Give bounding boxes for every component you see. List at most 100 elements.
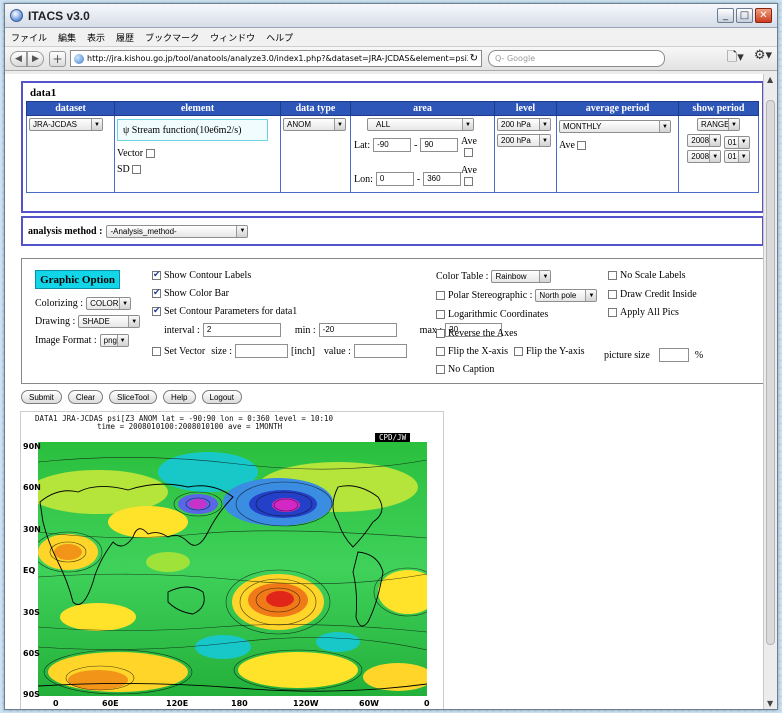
min-input[interactable]: -20 — [318, 323, 397, 337]
area-select[interactable]: ALL ▼ — [367, 118, 474, 131]
menu-file[interactable]: ファイル — [11, 31, 47, 44]
scroll-down-icon[interactable]: ▼ — [767, 699, 773, 708]
logout-button[interactable]: Logout — [201, 390, 242, 404]
average-ave-checkbox[interactable] — [577, 141, 587, 151]
vector-size-input[interactable] — [235, 344, 289, 358]
drawing-select[interactable]: SHADE ▼ — [78, 315, 141, 328]
flip-x-label: Flip the X-axis — [448, 346, 508, 357]
show-period-select[interactable]: RANGE ▼ — [697, 118, 740, 131]
forward-button[interactable]: ▶ — [27, 50, 44, 67]
min-label: min : — [294, 324, 316, 336]
slicetool-button[interactable]: SliceTool — [109, 390, 158, 404]
gear-icon[interactable]: ⚙▾ — [754, 48, 772, 70]
vector-checkbox[interactable] — [145, 149, 155, 159]
lat-label-60s: 60S — [23, 649, 40, 658]
menu-view[interactable]: 表示 — [87, 31, 105, 44]
vector-label: Vector — [117, 148, 144, 159]
menu-bar: ファイル 編集 表示 履歴 ブックマーク ウィンドウ ヘルプ — [5, 28, 777, 47]
show-color-bar-label: Show Color Bar — [164, 288, 229, 299]
show-color-bar-checkbox[interactable] — [152, 287, 161, 298]
lon-from-input[interactable]: 0 — [375, 172, 414, 186]
new-tab-button[interactable]: + — [49, 50, 66, 67]
polar-checkbox[interactable] — [436, 291, 445, 300]
flip-x-checkbox[interactable] — [436, 347, 445, 356]
average-period-select[interactable]: MONTHLY ▼ — [559, 120, 671, 133]
flip-y-checkbox[interactable] — [514, 347, 523, 356]
show-contour-labels-checkbox[interactable] — [152, 269, 161, 280]
menu-history[interactable]: 履歴 — [116, 31, 134, 44]
page-menu-icon[interactable]: 🗋▾ — [727, 48, 744, 70]
sd-checkbox[interactable] — [132, 165, 142, 175]
month2-select[interactable]: 01 ▼ — [723, 150, 750, 163]
level1-value: 200 hPa — [501, 120, 531, 129]
scroll-up-icon[interactable]: ▲ — [767, 75, 773, 84]
lon-label-120w: 120W — [293, 699, 319, 708]
menu-help[interactable]: ヘルプ — [266, 31, 293, 44]
lon-label-60e: 60E — [102, 699, 119, 708]
lat-to-input[interactable]: 90 — [420, 138, 459, 152]
vector-value-input[interactable] — [353, 344, 407, 358]
field-region — [238, 652, 358, 688]
field-region — [272, 498, 300, 512]
field-region — [60, 603, 136, 631]
menu-bookmarks[interactable]: ブックマーク — [145, 31, 199, 44]
lat-from-input[interactable]: -90 — [373, 138, 412, 152]
submit-button[interactable]: Submit — [21, 390, 62, 404]
vector-size-label: size : — [211, 345, 233, 357]
dataset-select[interactable]: JRA-JCDAS ▼ — [29, 118, 103, 131]
minimize-button[interactable]: _ — [717, 8, 734, 23]
interval-input[interactable]: 2 — [202, 323, 281, 337]
level-select-2[interactable]: 200 hPa ▼ — [497, 134, 551, 147]
element-field[interactable]: ψ Stream function(10e6m2/s) — [117, 119, 268, 141]
log-coords-checkbox[interactable] — [436, 310, 445, 319]
average-period-value: MONTHLY — [563, 122, 602, 131]
analysis-method-select[interactable]: -Analysis_method- ▼ — [106, 224, 249, 238]
image-format-select[interactable]: png ▼ — [99, 334, 129, 347]
reverse-axes-checkbox[interactable] — [436, 329, 445, 338]
no-caption-checkbox[interactable] — [436, 365, 445, 374]
inch-label: [inch] — [291, 345, 315, 357]
lon-label-120e: 120E — [166, 699, 189, 708]
set-vector-checkbox[interactable] — [152, 346, 161, 356]
year1-select[interactable]: 2008 ▼ — [687, 134, 722, 147]
month1-select[interactable]: 01 ▼ — [723, 135, 750, 149]
lon-ave-checkbox[interactable] — [464, 177, 474, 187]
analysis-method-label: analysis method : — [28, 225, 103, 237]
color-table-select[interactable]: Rainbow ▼ — [491, 270, 552, 283]
chevron-down-icon: ▼ — [585, 290, 597, 301]
url-bar[interactable]: http://jra.kishou.go.jp/tool/anatools/an… — [70, 50, 482, 67]
year2-select[interactable]: 2008 ▼ — [687, 150, 722, 163]
maximize-button[interactable]: □ — [736, 8, 753, 23]
year2-value: 2008 — [691, 152, 710, 161]
menu-edit[interactable]: 編集 — [58, 31, 76, 44]
clear-button[interactable]: Clear — [67, 390, 104, 404]
scroll-thumb[interactable] — [766, 100, 775, 645]
cell-show-period: RANGE ▼ 2008 ▼ 01 ▼ 2008 ▼ 01 ▼ — [678, 115, 759, 193]
back-button[interactable]: ◀ — [10, 50, 27, 67]
help-button[interactable]: Help — [163, 390, 196, 404]
url-text: http://jra.kishou.go.jp/tool/anatools/an… — [87, 54, 468, 63]
apply-all-checkbox[interactable] — [608, 308, 617, 317]
no-scale-labels-checkbox[interactable] — [608, 271, 617, 280]
search-input[interactable]: Q- Google — [488, 50, 665, 67]
lat-label-90n: 90N — [23, 442, 41, 451]
chevron-down-icon: ▼ — [709, 135, 721, 146]
close-button[interactable]: ✕ — [755, 8, 772, 23]
colorizing-select[interactable]: COLOR ▼ — [86, 297, 132, 310]
data-type-select[interactable]: ANOM ▼ — [283, 118, 346, 131]
lon-to-input[interactable]: 360 — [423, 172, 462, 186]
vertical-scrollbar[interactable]: ▲ ▼ — [763, 74, 777, 709]
lon-label-60w: 60W — [359, 699, 379, 708]
graphic-option-title[interactable]: Graphic Option — [35, 270, 120, 289]
set-contour-checkbox[interactable] — [152, 305, 161, 316]
level-select-1[interactable]: 200 hPa ▼ — [497, 118, 551, 131]
polar-value: North pole — [539, 291, 577, 300]
picture-size-input[interactable] — [658, 348, 689, 362]
draw-credit-checkbox[interactable] — [608, 290, 617, 299]
lat-ave-checkbox[interactable] — [464, 148, 474, 158]
drawing-value: SHADE — [82, 317, 110, 326]
image-format-label: Image Format : — [35, 335, 97, 346]
polar-select[interactable]: North pole ▼ — [535, 289, 598, 302]
reload-icon[interactable]: ↻ — [470, 53, 478, 64]
menu-window[interactable]: ウィンドウ — [210, 31, 255, 44]
